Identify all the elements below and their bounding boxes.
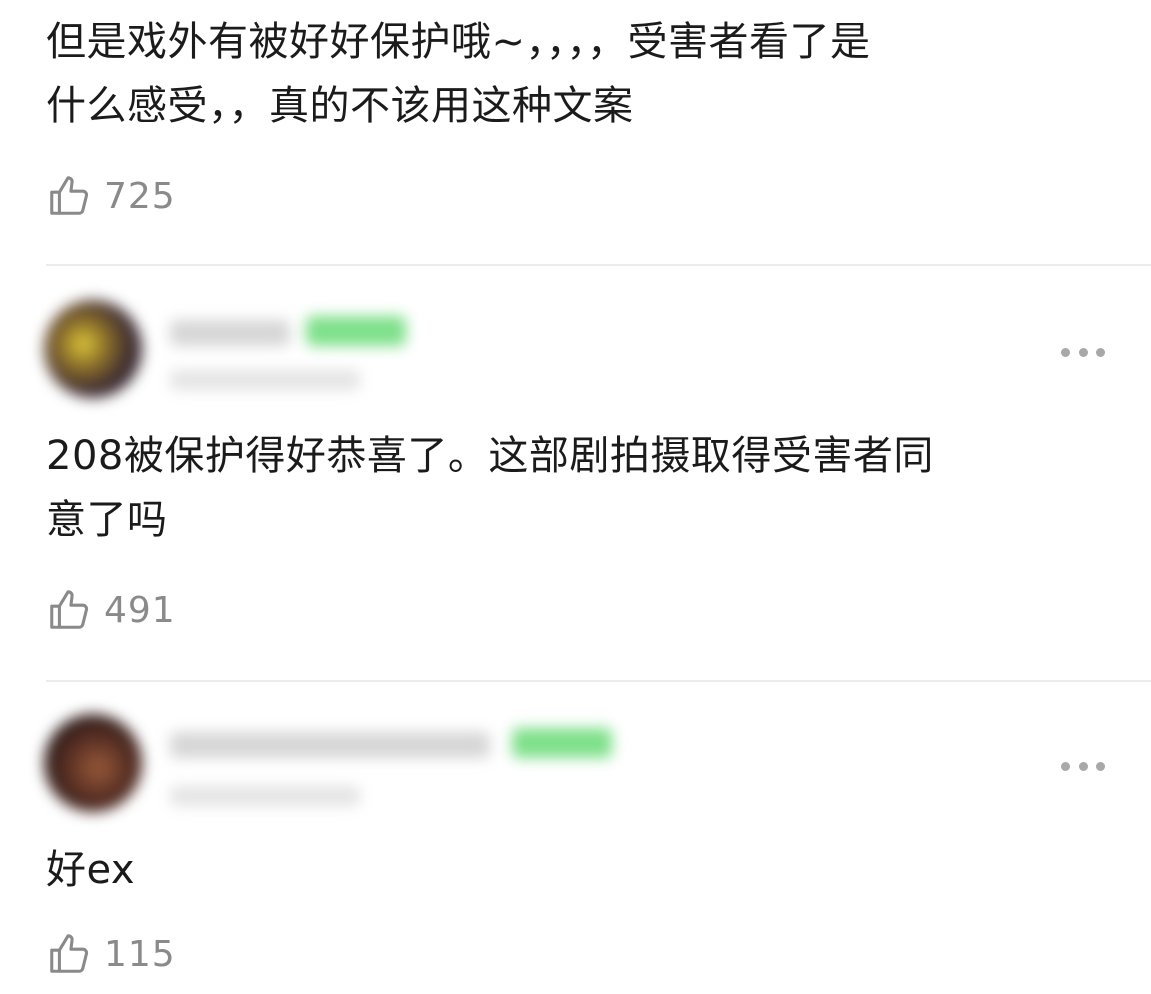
like-button[interactable]: 725	[46, 172, 176, 220]
like-count: 491	[104, 589, 176, 631]
more-dot	[1096, 347, 1105, 357]
thumbs-up-icon	[50, 590, 89, 629]
comment-1: 但是戏外有被好好保护哦~，，，，受害者看了是 什么感受，，真的不该用这种文案 7…	[0, 0, 1151, 264]
comment-2: 208被保护得好恭喜了。这部剧拍摄取得受害者同 意了吗 491	[0, 266, 1151, 680]
avatar[interactable]	[44, 714, 142, 812]
user-name[interactable]	[170, 732, 490, 758]
avatar[interactable]	[44, 300, 142, 398]
user-badge	[512, 728, 612, 758]
comment-text: 但是戏外有被好好保护哦~，，，，受害者看了是 什么感受，，真的不该用这种文案	[46, 19, 871, 129]
like-button[interactable]: 491	[46, 586, 176, 634]
more-dot	[1061, 347, 1070, 357]
comment-meta	[170, 786, 360, 806]
comment-text: 好ex	[46, 847, 136, 893]
comment-text: 208被保护得好恭喜了。这部剧拍摄取得受害者同 意了吗	[46, 433, 934, 543]
more-dot	[1078, 347, 1088, 357]
more-dot	[1096, 761, 1105, 771]
more-button[interactable]	[1061, 346, 1105, 358]
thumbs-up-icon	[50, 176, 89, 215]
more-dot	[1078, 761, 1088, 771]
more-dot	[1061, 761, 1070, 771]
like-button[interactable]: 115	[46, 930, 176, 978]
comment-3: 好ex 115	[0, 682, 1151, 994]
more-button[interactable]	[1061, 760, 1105, 772]
user-name[interactable]	[170, 320, 290, 346]
user-badge	[306, 316, 406, 346]
thumbs-up-icon	[50, 934, 89, 973]
like-count: 115	[104, 933, 176, 975]
comment-meta	[170, 370, 360, 390]
like-count: 725	[104, 175, 176, 217]
